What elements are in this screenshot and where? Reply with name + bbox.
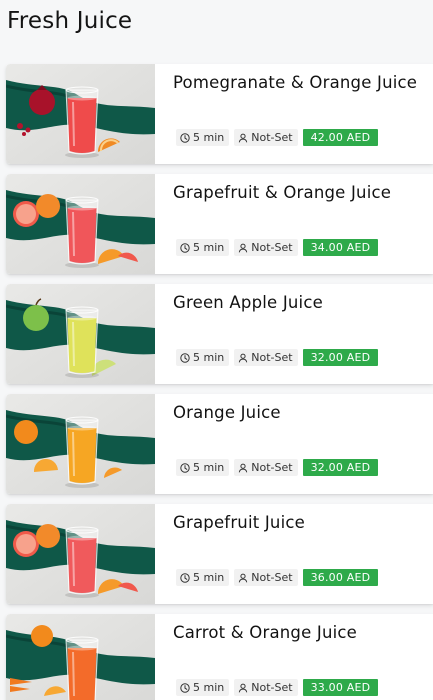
product-name: Pomegranate & Orange Juice [173, 73, 418, 92]
serving-chip: Not-Set [234, 679, 298, 696]
prep-time-chip: 5 min [176, 459, 230, 476]
product-name: Green Apple Juice [173, 293, 323, 312]
price-badge: 32.00 AED [302, 459, 379, 476]
price-badge: 36.00 AED [302, 569, 379, 586]
clock-icon [180, 242, 190, 253]
price-badge: 42.00 AED [302, 129, 379, 146]
serving-chip: Not-Set [234, 569, 298, 586]
serving-text: Not-Set [251, 461, 293, 474]
prep-time-chip: 5 min [176, 129, 230, 146]
product-image [6, 504, 155, 604]
clock-icon [180, 462, 190, 473]
person-icon [239, 353, 248, 362]
product-meta: 5 min Not-Set 32.00 AED [176, 349, 379, 366]
prep-time-text: 5 min [193, 461, 225, 474]
product-name: Carrot & Orange Juice [173, 623, 358, 642]
product-meta: 5 min Not-Set 36.00 AED [176, 569, 379, 586]
serving-chip: Not-Set [234, 349, 298, 366]
product-meta: 5 min Not-Set 33.00 AED [176, 679, 379, 696]
serving-text: Not-Set [251, 681, 293, 694]
product-info: Orange Juice 5 min Not-Set 32.00 AED [173, 394, 433, 494]
product-info: Pomegranate & Orange Juice 5 min Not-Set [173, 64, 433, 164]
prep-time-chip: 5 min [176, 569, 230, 586]
clock-icon [180, 352, 190, 363]
product-image [6, 174, 155, 274]
serving-text: Not-Set [251, 351, 293, 364]
product-info: Grapefruit & Orange Juice 5 min Not-Set [173, 174, 433, 274]
product-meta: 5 min Not-Set 42.00 AED [176, 129, 379, 146]
page-title: Fresh Juice [7, 8, 133, 34]
product-card-4[interactable]: Orange Juice 5 min Not-Set 32.00 AED [6, 394, 433, 494]
product-image [6, 284, 155, 384]
prep-time-text: 5 min [193, 571, 225, 584]
prep-time-chip: 5 min [176, 349, 230, 366]
prep-time-text: 5 min [193, 241, 225, 254]
clock-icon [180, 682, 190, 693]
serving-chip: Not-Set [234, 239, 298, 256]
product-card-3[interactable]: Green Apple Juice 5 min Not-Set 32.00 AE… [6, 284, 433, 384]
person-icon [239, 463, 248, 472]
serving-text: Not-Set [251, 131, 293, 144]
price-badge: 32.00 AED [302, 349, 379, 366]
price-badge: 34.00 AED [302, 239, 379, 256]
prep-time-text: 5 min [193, 351, 225, 364]
serving-chip: Not-Set [234, 129, 298, 146]
prep-time-text: 5 min [193, 681, 225, 694]
product-name: Orange Juice [173, 403, 281, 422]
person-icon [239, 573, 248, 582]
product-name: Grapefruit & Orange Juice [173, 183, 392, 202]
clock-icon [180, 572, 190, 583]
price-badge: 33.00 AED [302, 679, 379, 696]
serving-chip: Not-Set [234, 459, 298, 476]
product-image [6, 64, 155, 164]
product-image [6, 614, 155, 700]
product-meta: 5 min Not-Set 32.00 AED [176, 459, 379, 476]
product-name: Grapefruit Juice [173, 513, 305, 532]
person-icon [239, 133, 248, 142]
clock-icon [180, 132, 190, 143]
product-card-5[interactable]: Grapefruit Juice 5 min Not-Set 36.00 AED [6, 504, 433, 604]
person-icon [239, 683, 248, 692]
prep-time-chip: 5 min [176, 239, 230, 256]
product-info: Grapefruit Juice 5 min Not-Set 36.00 AED [173, 504, 433, 604]
product-info: Green Apple Juice 5 min Not-Set 32.00 AE… [173, 284, 433, 384]
product-info: Carrot & Orange Juice 5 min Not-Set 33.0… [173, 614, 433, 700]
person-icon [239, 243, 248, 252]
product-list: Pomegranate & Orange Juice 5 min Not-Set [6, 64, 433, 700]
product-image [6, 394, 155, 494]
prep-time-text: 5 min [193, 131, 225, 144]
product-meta: 5 min Not-Set 34.00 AED [176, 239, 379, 256]
serving-text: Not-Set [251, 241, 293, 254]
serving-text: Not-Set [251, 571, 293, 584]
product-card-1[interactable]: Pomegranate & Orange Juice 5 min Not-Set [6, 64, 433, 164]
product-card-2[interactable]: Grapefruit & Orange Juice 5 min Not-Set [6, 174, 433, 274]
prep-time-chip: 5 min [176, 679, 230, 696]
product-card-6[interactable]: Carrot & Orange Juice 5 min Not-Set 33.0… [6, 614, 433, 700]
